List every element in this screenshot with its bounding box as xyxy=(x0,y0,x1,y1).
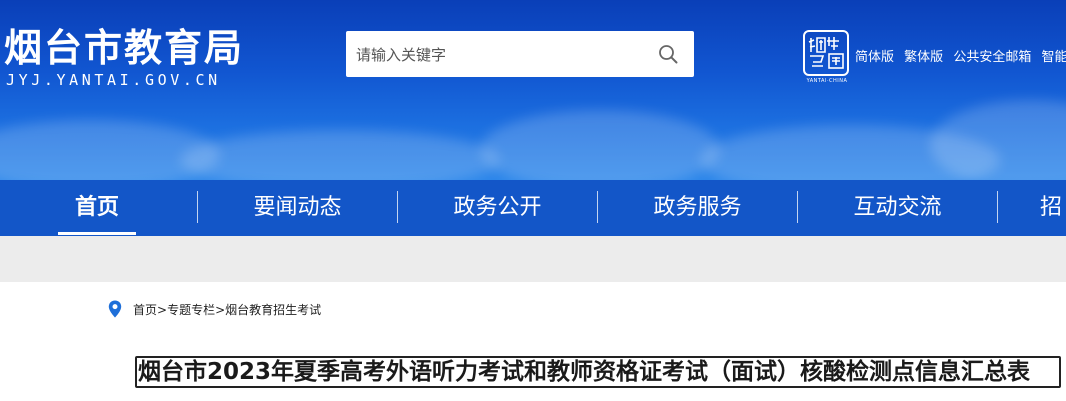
seal-caption: YANTAI·CHINA xyxy=(806,78,848,84)
nav-item-gov-affairs-public[interactable]: 政务公开 xyxy=(398,180,597,236)
content-top-band xyxy=(0,236,1066,282)
top-links: 简体版 繁体版 公共安全邮箱 智能 xyxy=(855,46,1066,65)
smart-link[interactable]: 智能 xyxy=(1041,50,1066,65)
breadcrumb-separator: > xyxy=(215,303,226,317)
cloud-decoration xyxy=(180,130,500,180)
header-banner: 烟台市教育局 JYJ.YANTAI.GOV.CN YANTAI·CHINA xyxy=(0,0,1066,180)
seal-emblem-icon xyxy=(808,37,844,69)
nav-item-news[interactable]: 要闻动态 xyxy=(198,180,397,236)
nav-active-indicator xyxy=(58,232,136,235)
public-safety-mailbox-link[interactable]: 公共安全邮箱 xyxy=(953,50,1031,65)
breadcrumb-separator: > xyxy=(157,303,168,317)
seal-frame xyxy=(803,30,849,76)
search-icon[interactable] xyxy=(658,44,678,64)
search-box xyxy=(346,31,694,79)
site-title[interactable]: 烟台市教育局 xyxy=(4,26,244,70)
breadcrumb-home[interactable]: 首页 xyxy=(133,303,157,317)
site-domain: JYJ.YANTAI.GOV.CN xyxy=(6,71,221,89)
cloud-decoration xyxy=(480,110,720,180)
nav-item-gov-services[interactable]: 政务服务 xyxy=(598,180,797,236)
breadcrumb-links: 首页>专题专栏>烟台教育招生考试 xyxy=(133,301,321,318)
city-seal-logo: YANTAI·CHINA xyxy=(803,30,851,88)
nav-item-recruitment[interactable]: 招 xyxy=(1040,180,1066,236)
nav-item-interaction[interactable]: 互动交流 xyxy=(798,180,997,236)
cloud-decoration xyxy=(930,100,1066,180)
breadcrumb-enrollment-exams[interactable]: 烟台教育招生考试 xyxy=(225,303,321,317)
breadcrumb-special-topics[interactable]: 专题专栏 xyxy=(167,303,215,317)
search-input[interactable] xyxy=(346,31,648,79)
main-nav: 首页 要闻动态 政务公开 政务服务 互动交流 招 xyxy=(0,180,1066,236)
traditional-chinese-link[interactable]: 繁体版 xyxy=(904,50,943,65)
nav-divider xyxy=(997,191,998,223)
simplified-chinese-link[interactable]: 简体版 xyxy=(855,50,894,65)
nav-item-home[interactable]: 首页 xyxy=(58,180,136,236)
article-title: 烟台市2023年夏季高考外语听力考试和教师资格证考试（面试）核酸检测点信息汇总表 xyxy=(135,356,1061,388)
location-pin-icon xyxy=(108,300,122,318)
